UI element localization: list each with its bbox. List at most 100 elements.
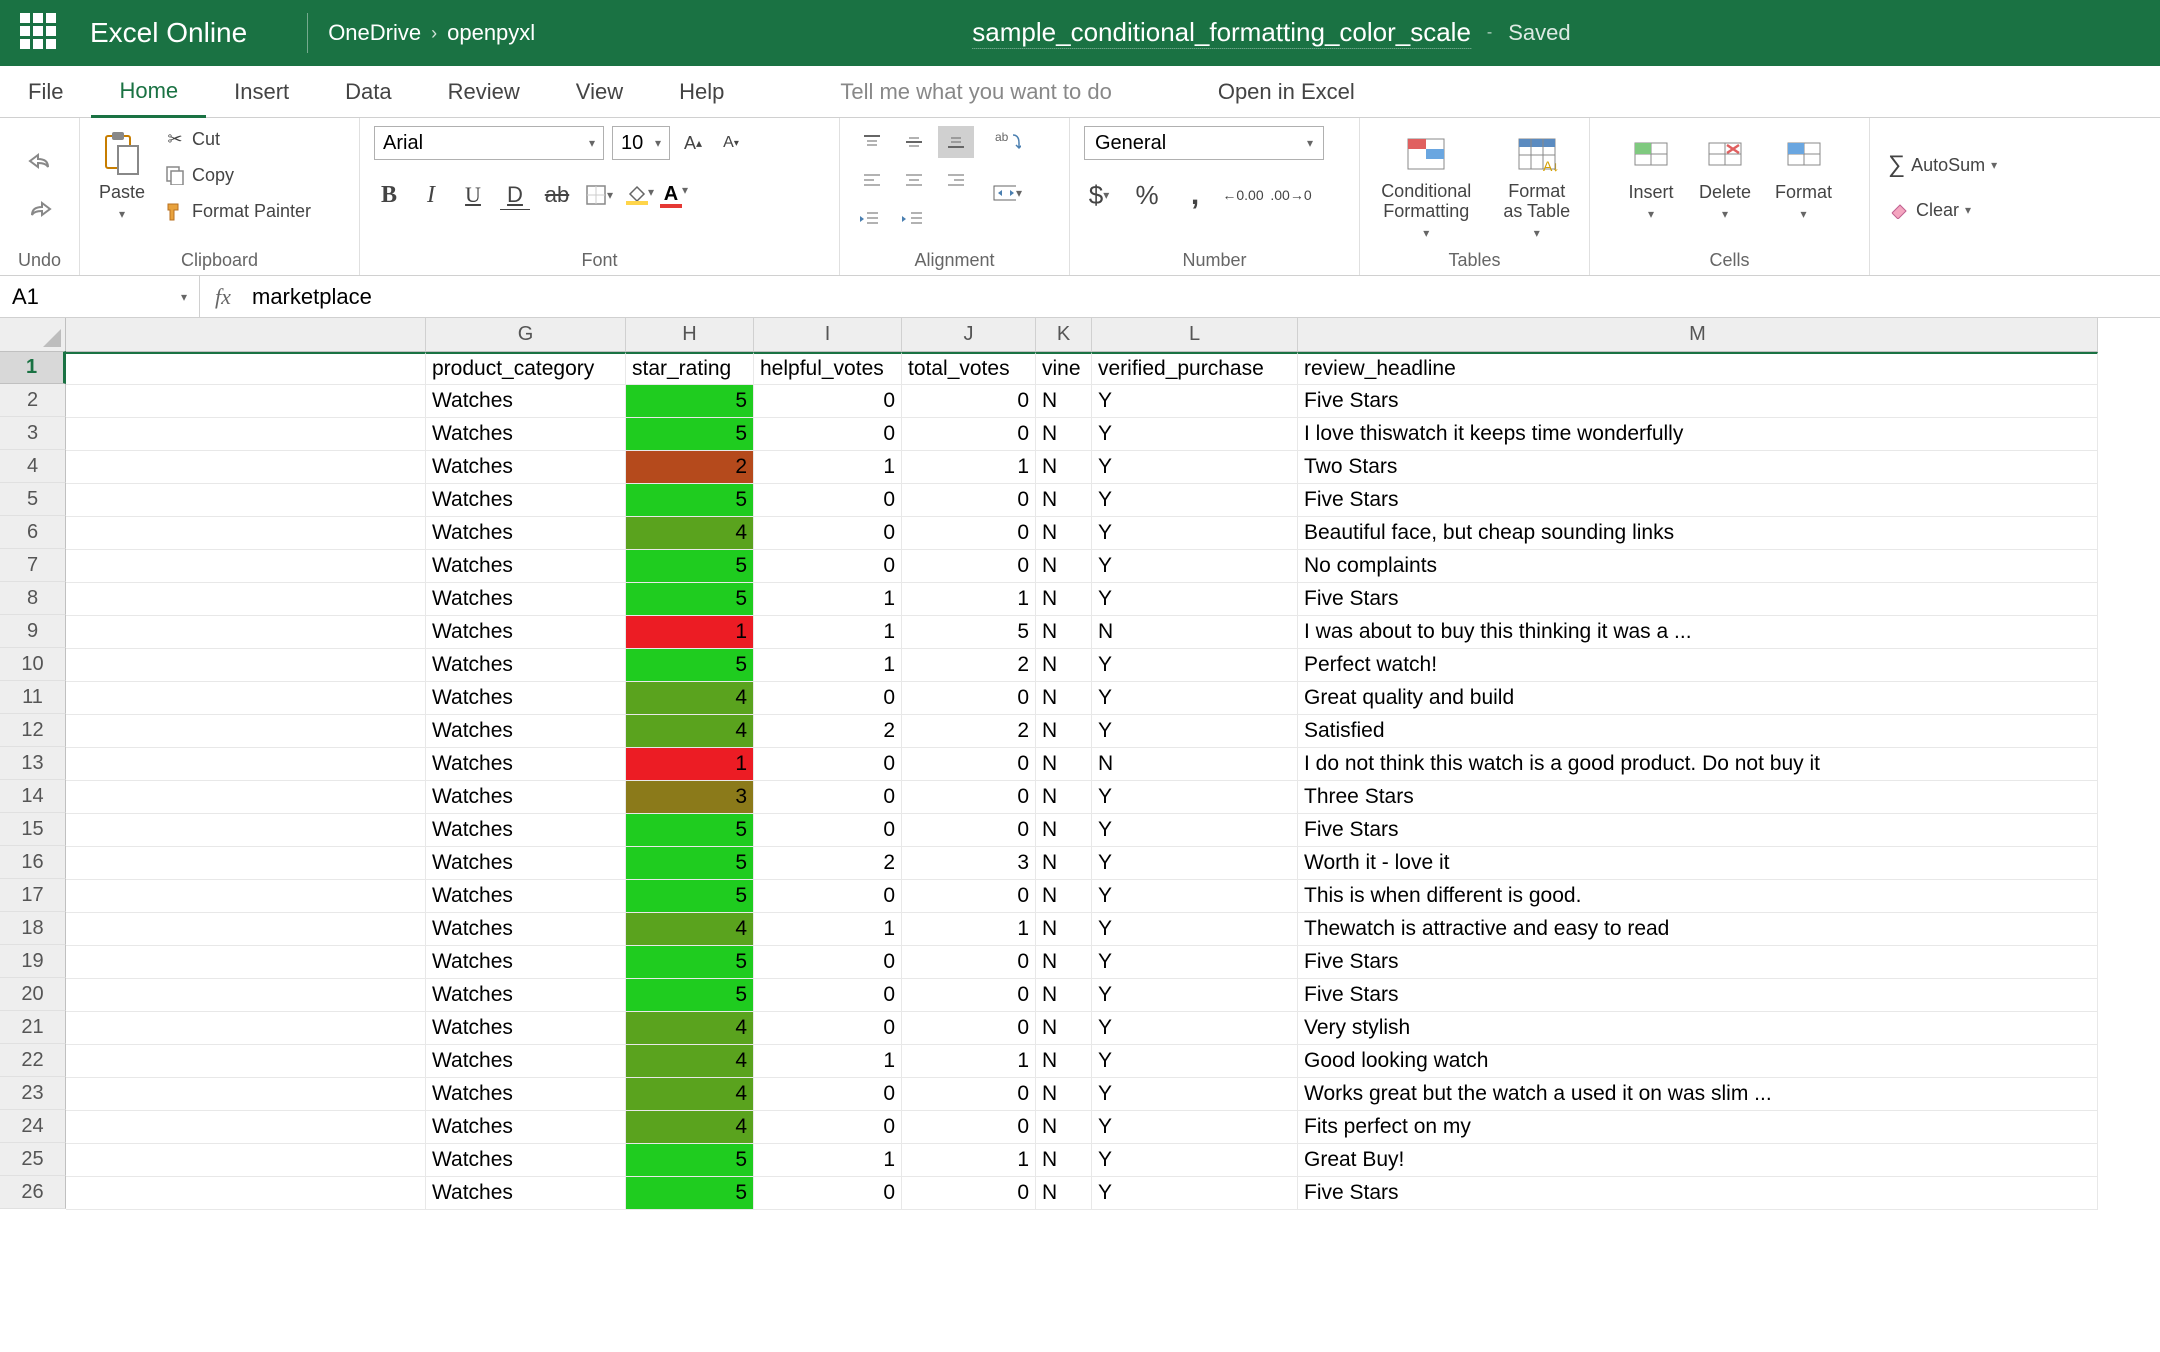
cell[interactable]: 0 bbox=[902, 880, 1036, 913]
cell[interactable]: 1 bbox=[902, 583, 1036, 616]
tab-view[interactable]: View bbox=[548, 66, 651, 117]
cell[interactable]: Y bbox=[1092, 649, 1298, 682]
cell[interactable]: 4 bbox=[626, 517, 754, 550]
cell[interactable]: 4 bbox=[626, 1045, 754, 1078]
row-header-7[interactable]: 7 bbox=[0, 549, 66, 582]
select-all-corner[interactable] bbox=[0, 318, 66, 352]
column-header-M[interactable]: M bbox=[1298, 318, 2098, 352]
cell[interactable]: Watches bbox=[426, 1045, 626, 1078]
cell[interactable]: 5 bbox=[626, 1144, 754, 1177]
cell[interactable]: 0 bbox=[902, 1177, 1036, 1210]
cell[interactable]: Five Stars bbox=[1298, 583, 2098, 616]
cell[interactable]: Y bbox=[1092, 517, 1298, 550]
cell[interactable]: 0 bbox=[754, 946, 902, 979]
cell[interactable]: 2 bbox=[754, 715, 902, 748]
cell[interactable]: 0 bbox=[754, 1111, 902, 1144]
cell[interactable] bbox=[66, 352, 426, 385]
copy-button[interactable]: Copy bbox=[160, 162, 315, 188]
formula-input[interactable]: marketplace bbox=[246, 284, 372, 310]
column-header-K[interactable]: K bbox=[1036, 318, 1092, 352]
row-header-9[interactable]: 9 bbox=[0, 615, 66, 648]
cell[interactable] bbox=[66, 748, 426, 781]
tab-data[interactable]: Data bbox=[317, 66, 419, 117]
wrap-text-button[interactable]: ab bbox=[992, 126, 1022, 156]
cell[interactable]: 5 bbox=[626, 946, 754, 979]
cell[interactable]: Y bbox=[1092, 913, 1298, 946]
fill-color-button[interactable]: ▾ bbox=[626, 185, 648, 205]
cell[interactable] bbox=[66, 715, 426, 748]
cell[interactable]: N bbox=[1036, 979, 1092, 1012]
cell[interactable]: 5 bbox=[626, 583, 754, 616]
row-header-15[interactable]: 15 bbox=[0, 813, 66, 846]
cell[interactable]: 4 bbox=[626, 913, 754, 946]
cell[interactable]: 0 bbox=[902, 1012, 1036, 1045]
cell[interactable]: Watches bbox=[426, 550, 626, 583]
cell[interactable] bbox=[66, 1177, 426, 1210]
cell[interactable]: Watches bbox=[426, 418, 626, 451]
increase-decimal-button[interactable]: ←0.00 bbox=[1228, 180, 1258, 210]
cell[interactable]: Y bbox=[1092, 1177, 1298, 1210]
cell[interactable]: 4 bbox=[626, 1012, 754, 1045]
row-header-25[interactable]: 25 bbox=[0, 1143, 66, 1176]
cell[interactable]: 0 bbox=[902, 814, 1036, 847]
cell[interactable]: 0 bbox=[754, 979, 902, 1012]
cell[interactable]: N bbox=[1036, 781, 1092, 814]
cell[interactable] bbox=[66, 1078, 426, 1111]
row-header-18[interactable]: 18 bbox=[0, 912, 66, 945]
comma-button[interactable]: , bbox=[1180, 180, 1210, 210]
cell[interactable]: Watches bbox=[426, 484, 626, 517]
cell[interactable]: Watches bbox=[426, 1177, 626, 1210]
double-underline-button[interactable]: D bbox=[500, 180, 530, 210]
column-header-I[interactable]: I bbox=[754, 318, 902, 352]
column-header-L[interactable]: L bbox=[1092, 318, 1298, 352]
cell[interactable] bbox=[66, 913, 426, 946]
row-header-10[interactable]: 10 bbox=[0, 648, 66, 681]
cell[interactable]: review_headline bbox=[1298, 352, 2098, 385]
clear-button[interactable]: Clear▾ bbox=[1884, 197, 1975, 223]
cell[interactable]: Watches bbox=[426, 814, 626, 847]
cell[interactable]: 0 bbox=[754, 880, 902, 913]
cell[interactable]: 0 bbox=[902, 748, 1036, 781]
cell[interactable]: Watches bbox=[426, 781, 626, 814]
cell[interactable]: Y bbox=[1092, 682, 1298, 715]
cell[interactable]: 5 bbox=[626, 1177, 754, 1210]
cell[interactable]: Y bbox=[1092, 1012, 1298, 1045]
cell[interactable]: Beautiful face, but cheap sounding links bbox=[1298, 517, 2098, 550]
cell[interactable]: N bbox=[1036, 847, 1092, 880]
cut-button[interactable]: ✂Cut bbox=[160, 126, 315, 152]
conditional-formatting-button[interactable]: Conditional Formatting▾ bbox=[1374, 126, 1478, 244]
row-header-8[interactable]: 8 bbox=[0, 582, 66, 615]
document-name[interactable]: sample_conditional_formatting_color_scal… bbox=[972, 17, 1471, 49]
cell[interactable]: N bbox=[1036, 1078, 1092, 1111]
cell[interactable]: N bbox=[1036, 1012, 1092, 1045]
row-header-14[interactable]: 14 bbox=[0, 780, 66, 813]
cell[interactable]: 0 bbox=[754, 418, 902, 451]
cell[interactable]: Y bbox=[1092, 451, 1298, 484]
decrease-font-button[interactable]: A▾ bbox=[716, 128, 746, 158]
cell[interactable]: N bbox=[1036, 682, 1092, 715]
align-top-button[interactable] bbox=[854, 126, 890, 158]
cell[interactable]: I love thiswatch it keeps time wonderful… bbox=[1298, 418, 2098, 451]
cell[interactable]: 0 bbox=[754, 484, 902, 517]
cell[interactable]: N bbox=[1036, 748, 1092, 781]
cell[interactable]: Y bbox=[1092, 979, 1298, 1012]
cell[interactable]: Three Stars bbox=[1298, 781, 2098, 814]
cell[interactable]: 1 bbox=[902, 913, 1036, 946]
cell[interactable]: Watches bbox=[426, 1111, 626, 1144]
tab-insert[interactable]: Insert bbox=[206, 66, 317, 117]
cell[interactable]: 0 bbox=[902, 385, 1036, 418]
row-header-6[interactable]: 6 bbox=[0, 516, 66, 549]
cell[interactable]: 5 bbox=[626, 418, 754, 451]
cell[interactable]: Y bbox=[1092, 880, 1298, 913]
cell[interactable]: 5 bbox=[626, 880, 754, 913]
format-as-table-button[interactable]: A↓ Format as Table▾ bbox=[1498, 126, 1575, 244]
cell[interactable] bbox=[66, 517, 426, 550]
cell[interactable]: Worth it - love it bbox=[1298, 847, 2098, 880]
cell[interactable]: N bbox=[1092, 616, 1298, 649]
cell[interactable] bbox=[66, 814, 426, 847]
cell[interactable]: 1 bbox=[902, 1144, 1036, 1177]
cell[interactable]: star_rating bbox=[626, 352, 754, 385]
open-in-excel[interactable]: Open in Excel bbox=[1190, 66, 1383, 117]
format-painter-button[interactable]: Format Painter bbox=[160, 198, 315, 224]
cell[interactable] bbox=[66, 583, 426, 616]
